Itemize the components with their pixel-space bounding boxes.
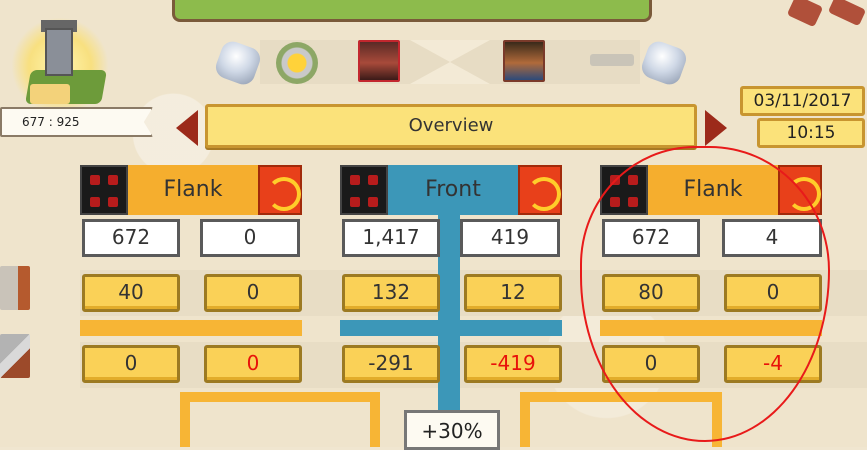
fire-emblem-icon (258, 165, 302, 215)
value-button-negative[interactable]: -291 (342, 345, 440, 383)
attacker-portrait[interactable] (358, 40, 400, 82)
wall-icon (0, 266, 30, 310)
overview-title: Overview (205, 104, 697, 148)
fire-emblem-icon (518, 165, 562, 215)
stat-value: 0 (200, 219, 300, 257)
column-header-flank-left: Flank (128, 165, 258, 215)
battle-date: 03/11/2017 (740, 86, 865, 116)
value-button-negative[interactable]: 0 (204, 345, 302, 383)
connector-bar (80, 320, 302, 336)
sun-laurel-icon (276, 42, 318, 84)
enemy-units-icon (340, 165, 388, 215)
connector-pipe (180, 392, 380, 402)
connector-pipe (180, 392, 190, 447)
defender-portrait[interactable] (503, 40, 545, 82)
value-button[interactable]: 0 (204, 274, 302, 312)
gold-pile-icon (30, 84, 70, 104)
connector-pipe (370, 392, 380, 447)
value-button[interactable]: 132 (342, 274, 440, 312)
sword-icon (590, 54, 634, 66)
stat-value: 672 (82, 219, 180, 257)
connector-pipe (520, 392, 530, 447)
castle-tower (45, 28, 73, 76)
connector-bar (340, 320, 562, 336)
map-grass-strip (172, 0, 652, 22)
player-coordinates: 677 : 925 (0, 107, 153, 137)
value-button-negative[interactable]: -419 (464, 345, 562, 383)
value-button[interactable]: 0 (82, 345, 180, 383)
prev-arrow-icon[interactable] (176, 110, 198, 146)
next-arrow-icon[interactable] (705, 110, 727, 146)
value-button[interactable]: 12 (464, 274, 562, 312)
bonus-percentage: +30% (404, 410, 500, 450)
column-header-front: Front (388, 165, 518, 215)
stat-value: 1,417 (342, 219, 440, 257)
enemy-units-icon (80, 165, 128, 215)
value-button[interactable]: 40 (82, 274, 180, 312)
stat-value: 419 (460, 219, 560, 257)
battle-time: 10:15 (757, 118, 865, 148)
siege-tool-icon (0, 334, 30, 378)
